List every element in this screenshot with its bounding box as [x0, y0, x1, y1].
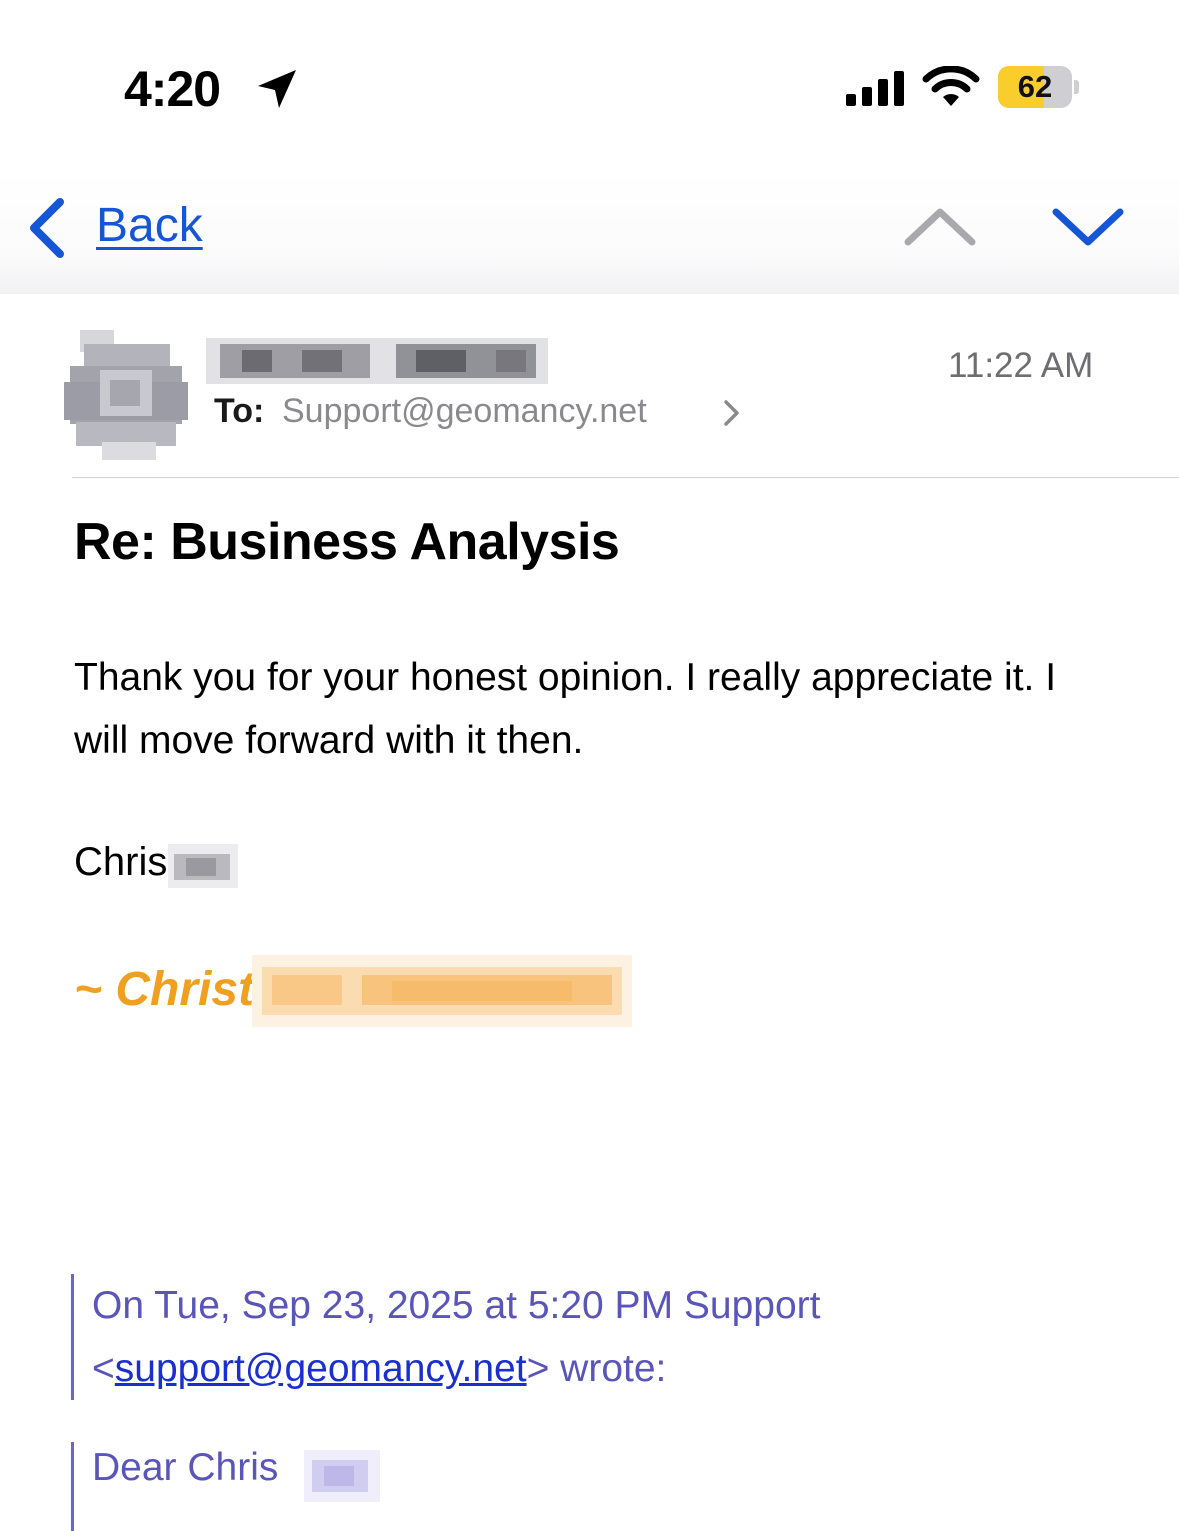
battery-percentage: 62	[1017, 69, 1053, 104]
sender-name-redacted	[206, 338, 548, 384]
previous-message-chevron-up-icon[interactable]	[902, 204, 978, 250]
back-button[interactable]: Back	[96, 198, 203, 253]
quote-bar	[71, 1274, 74, 1400]
message-body: Thank you for your honest opinion. I rea…	[74, 656, 1057, 762]
quoted-header-suffix: > wrote:	[526, 1347, 667, 1390]
message-subject: Re: Business Analysis	[74, 513, 620, 571]
cellular-signal-icon	[846, 71, 904, 106]
recipient-to-label: To:	[214, 392, 265, 430]
quoted-name-redacted	[304, 1450, 380, 1502]
quote-bar	[71, 1442, 74, 1531]
wifi-icon	[922, 66, 980, 106]
signature: ~ Christ	[74, 963, 255, 1016]
message-timestamp: 11:22 AM	[948, 346, 1094, 385]
battery-icon: 62	[998, 66, 1082, 110]
recipient-details-chevron-icon[interactable]	[722, 398, 742, 428]
sender-avatar[interactable]	[64, 330, 188, 460]
signoff-name-redacted	[168, 844, 238, 888]
quoted-email-link[interactable]: support@geomancy.net	[115, 1347, 527, 1390]
header-divider	[72, 477, 1179, 478]
back-chevron-icon[interactable]	[24, 196, 68, 260]
quoted-greeting: Dear Chris	[92, 1446, 279, 1489]
recipient-address[interactable]: Support@geomancy.net	[282, 392, 647, 431]
next-message-chevron-down-icon[interactable]	[1050, 204, 1126, 250]
quoted-header: On Tue, Sep 23, 2025 at 5:20 PM Support …	[92, 1274, 1092, 1400]
signature-redacted	[252, 955, 632, 1027]
location-arrow-icon	[258, 70, 296, 108]
signoff-name: Chris	[74, 840, 168, 884]
status-time: 4:20	[124, 61, 221, 117]
